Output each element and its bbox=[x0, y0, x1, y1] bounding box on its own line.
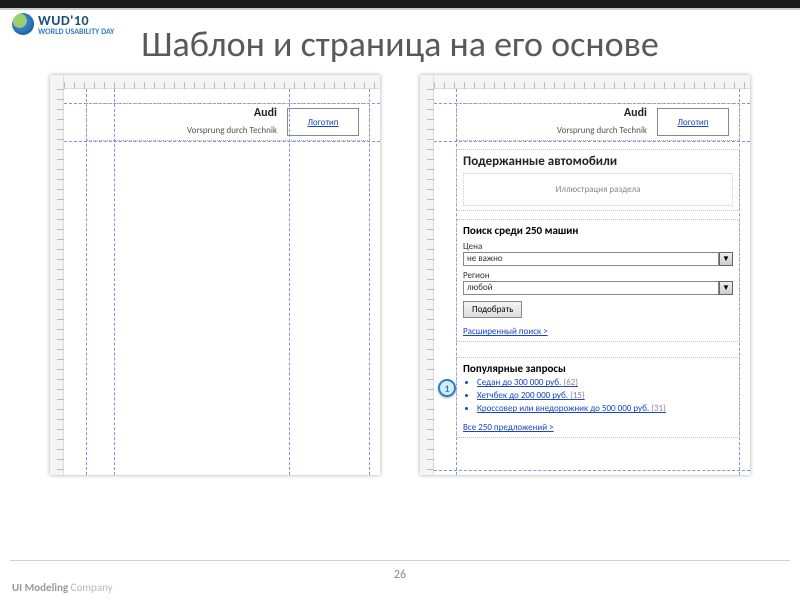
globe-icon bbox=[12, 13, 34, 35]
search-heading: Поиск среди 250 машин bbox=[463, 224, 733, 237]
page-header: Audi Vorsprung durch Technik Логотип bbox=[456, 103, 740, 141]
page-title: Подержанные автомобили bbox=[463, 154, 733, 169]
ruler-horizontal bbox=[50, 75, 380, 89]
region-label: Регион bbox=[463, 270, 733, 281]
chevron-down-icon: ▼ bbox=[719, 252, 733, 266]
brand-name: Audi bbox=[457, 107, 647, 119]
illustration-placeholder: Иллюстрация раздела bbox=[463, 173, 733, 206]
search-panel: Поиск среди 250 машин Цена не важно ▼ Ре… bbox=[456, 219, 740, 342]
list-item[interactable]: Седан до 300 000 руб. (62) bbox=[477, 377, 733, 388]
template-header: Audi Vorsprung durch Technik Логотип bbox=[86, 103, 370, 141]
price-select[interactable]: не важно ▼ bbox=[463, 252, 733, 266]
popular-heading: Популярные запросы bbox=[463, 362, 733, 375]
all-offers-link[interactable]: Все 250 предложений > bbox=[463, 422, 554, 433]
list-item[interactable]: Кроссовер или внедорожник до 500 000 руб… bbox=[477, 403, 733, 414]
footer-brand: UI Modeling Company bbox=[12, 581, 113, 594]
popular-list: Седан до 300 000 руб. (62) Хетчбек до 20… bbox=[463, 377, 733, 414]
region-select[interactable]: любой ▼ bbox=[463, 281, 733, 295]
search-button[interactable]: Подобрать bbox=[463, 301, 522, 318]
annotation-pin[interactable]: 1 bbox=[438, 379, 456, 397]
region-value: любой bbox=[463, 281, 719, 295]
event-logo: WUD'10 WORLD USABILITY DAY bbox=[12, 12, 114, 35]
price-label: Цена bbox=[463, 241, 733, 252]
event-logo-sub: WORLD USABILITY DAY bbox=[38, 29, 114, 35]
advanced-search-link[interactable]: Расширенный поиск > bbox=[463, 326, 548, 337]
brand-name: Audi bbox=[87, 107, 277, 119]
slide-body: Audi Vorsprung durch Technik Логотип Aud… bbox=[0, 71, 800, 475]
logo-placeholder[interactable]: Логотип bbox=[287, 108, 359, 136]
ruler-vertical bbox=[420, 75, 434, 475]
slide-footer: 26 UI Modeling Company bbox=[0, 560, 800, 600]
list-item[interactable]: Хетчбек до 200 000 руб. (15) bbox=[477, 390, 733, 401]
ruler-vertical bbox=[50, 75, 64, 475]
wireframe-page: Audi Vorsprung durch Technik Логотип Под… bbox=[420, 75, 750, 475]
chevron-down-icon: ▼ bbox=[719, 281, 733, 295]
page-hero: Подержанные автомобили Иллюстрация разде… bbox=[456, 149, 740, 211]
window-topbar bbox=[0, 0, 800, 10]
price-value: не важно bbox=[463, 252, 719, 266]
wireframe-template: Audi Vorsprung durch Technik Логотип bbox=[50, 75, 380, 475]
slide-title: Шаблон и страница на его основе bbox=[0, 10, 800, 71]
ruler-horizontal bbox=[420, 75, 750, 89]
brand-tagline: Vorsprung durch Technik bbox=[187, 125, 277, 136]
slide-number: 26 bbox=[0, 568, 800, 582]
popular-panel: Популярные запросы Седан до 300 000 руб.… bbox=[456, 357, 740, 438]
logo-placeholder[interactable]: Логотип bbox=[657, 108, 729, 136]
brand-tagline: Vorsprung durch Technik bbox=[557, 125, 647, 136]
